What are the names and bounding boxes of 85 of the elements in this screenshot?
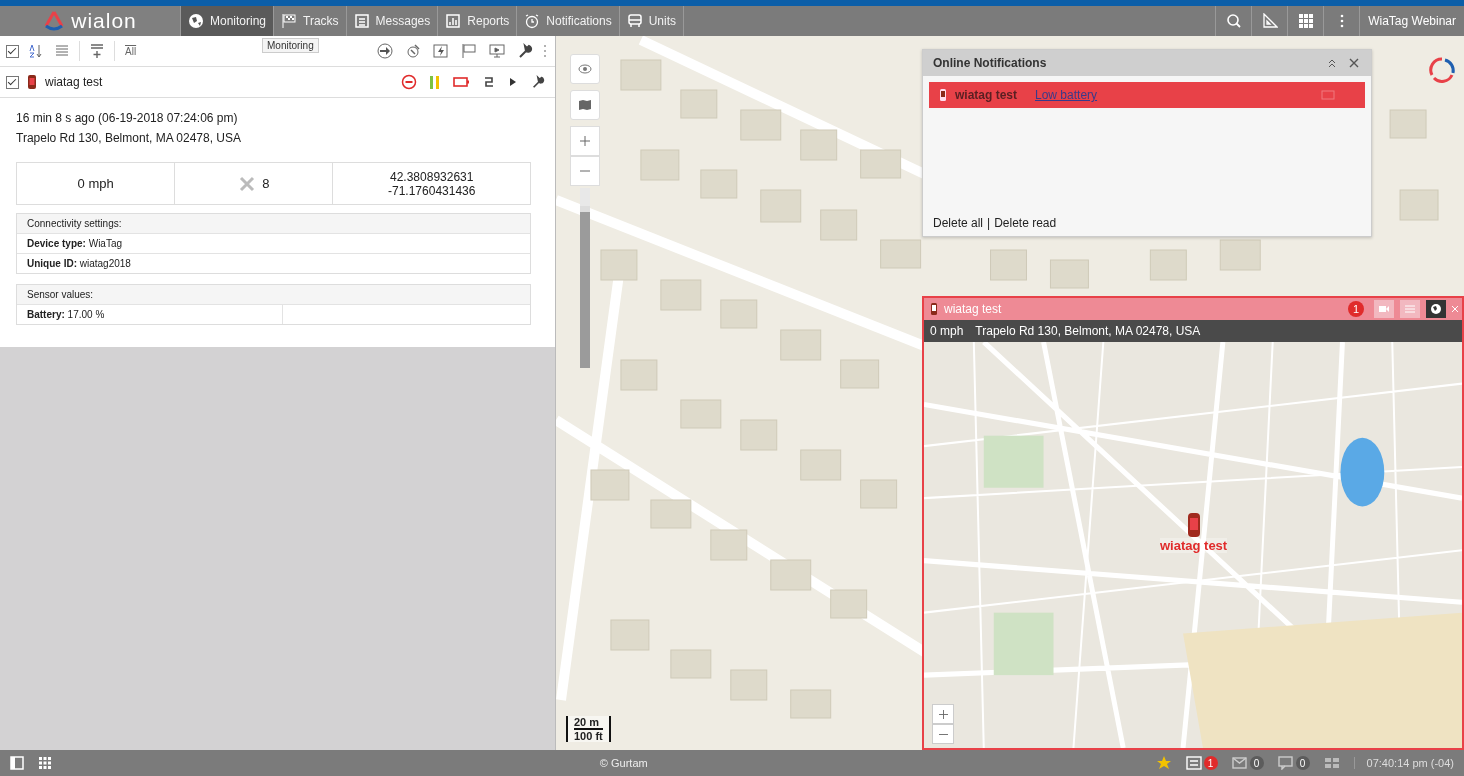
- delete-all-link[interactable]: Delete all: [933, 216, 984, 230]
- notification-item[interactable]: wiatag test Low battery: [929, 82, 1365, 108]
- list-icon: [1404, 303, 1416, 315]
- sensor-value: Battery: 17.00 %: [17, 305, 283, 324]
- notification-event-link[interactable]: Low battery: [1035, 88, 1098, 102]
- count-badge: 1: [1203, 756, 1218, 770]
- table-icon[interactable]: [1323, 756, 1340, 770]
- grid-icon: [1297, 13, 1314, 29]
- property-row: Device type: WiaTag: [17, 234, 530, 254]
- clock-icon: [524, 13, 541, 29]
- logo-icon: [1428, 56, 1456, 84]
- chat-icon[interactable]: [1277, 756, 1294, 770]
- ruler-icon: [1261, 13, 1278, 29]
- globe-icon: [1430, 303, 1442, 315]
- clock-time: 07:40:14 pm (-04): [1353, 757, 1454, 769]
- eye-icon: [578, 64, 592, 74]
- satellite-count: 8: [262, 176, 270, 191]
- grid-icon[interactable]: [38, 756, 52, 770]
- search-icon: [1225, 13, 1242, 29]
- flag-icon[interactable]: [461, 43, 477, 59]
- wrench-icon[interactable]: [531, 74, 545, 90]
- last-message-time: 16 min 8 s ago (06-19-2018 07:24:06 pm): [16, 110, 239, 127]
- doc-icon: [353, 13, 370, 29]
- notification-unit: wiatag test: [955, 88, 1017, 102]
- unit-speed: 0 mph: [930, 324, 964, 338]
- panel-toggle-icon[interactable]: [10, 756, 24, 770]
- bus-icon: [626, 13, 643, 29]
- unit-name[interactable]: wiatag test: [45, 75, 103, 89]
- mail-icon[interactable]: [1231, 756, 1248, 770]
- lightning-icon[interactable]: [433, 43, 449, 59]
- view-toggle-button[interactable]: [1374, 300, 1394, 318]
- plus-icon: [580, 136, 590, 146]
- chart-icon: [445, 13, 462, 29]
- logo-icon: [43, 10, 66, 32]
- collapse-icon[interactable]: [1327, 58, 1337, 68]
- nav-tab[interactable]: Monitoring: [181, 6, 275, 36]
- count-badge: 0: [1295, 756, 1310, 770]
- add-list-icon[interactable]: [90, 43, 104, 59]
- phone-icon: [939, 88, 947, 102]
- longitude-value: -71.1760431436: [388, 183, 476, 198]
- phone-icon: [930, 302, 938, 316]
- separator-text: |: [987, 216, 991, 230]
- connection-icon: [483, 74, 495, 90]
- section-header: Connectivity settings:: [17, 214, 530, 234]
- unit-address: Trapelo Rd 130, Belmont, MA 02478, USA: [975, 324, 1201, 338]
- video-icon: [1378, 303, 1390, 315]
- signal-bars-icon: [429, 74, 441, 90]
- notes-icon[interactable]: [1185, 756, 1202, 770]
- logo-text: wialon: [71, 9, 137, 33]
- window-title: Online Notifications: [933, 56, 1047, 70]
- close-icon[interactable]: [1349, 58, 1359, 68]
- view-toggle-button[interactable]: [1426, 300, 1446, 318]
- scale-bar: 20 m 100 ft: [566, 716, 611, 742]
- delete-read-link[interactable]: Delete read: [994, 216, 1057, 230]
- speed-value: 0 mph: [77, 176, 114, 191]
- window-title: wiatag test: [944, 302, 1002, 316]
- wrench-icon[interactable]: [517, 43, 533, 59]
- latitude-value: 42.3808932631: [390, 169, 474, 184]
- copyright-text: © Gurtam: [599, 757, 648, 769]
- more-icon: [1339, 14, 1344, 28]
- unit-checkbox[interactable]: [6, 75, 19, 89]
- view-toggle-button[interactable]: [1400, 300, 1420, 318]
- count-badge: 0: [1249, 756, 1264, 770]
- property-row-text: Unique ID: wiatag2018: [26, 257, 132, 271]
- map-icon: [578, 99, 592, 111]
- battery-icon: [453, 74, 471, 90]
- show-all-button[interactable]: All: [123, 45, 139, 57]
- map-layers-button[interactable]: [570, 90, 600, 120]
- no-entry-icon: [401, 74, 417, 90]
- notification-count: 1: [1348, 301, 1364, 317]
- visibility-button[interactable]: [570, 54, 600, 84]
- tooltip: Monitoring: [262, 38, 319, 53]
- unit-address: Trapelo Rd 130, Belmont, MA 02478, USA: [16, 130, 242, 147]
- plus-icon: [938, 709, 948, 719]
- star-icon[interactable]: [1155, 755, 1172, 771]
- section-header: Sensor values:: [17, 285, 530, 305]
- arrow-circle-icon[interactable]: [377, 43, 393, 59]
- globe-icon: [188, 13, 204, 29]
- zoom-in-button[interactable]: [932, 704, 954, 724]
- select-all-checkbox[interactable]: [6, 44, 19, 58]
- monitor-icon[interactable]: [489, 43, 505, 59]
- phone-icon: [27, 74, 37, 90]
- flag-icon: [281, 13, 298, 29]
- marker-label: wiatag test: [1160, 538, 1228, 553]
- sort-icon[interactable]: [29, 44, 43, 58]
